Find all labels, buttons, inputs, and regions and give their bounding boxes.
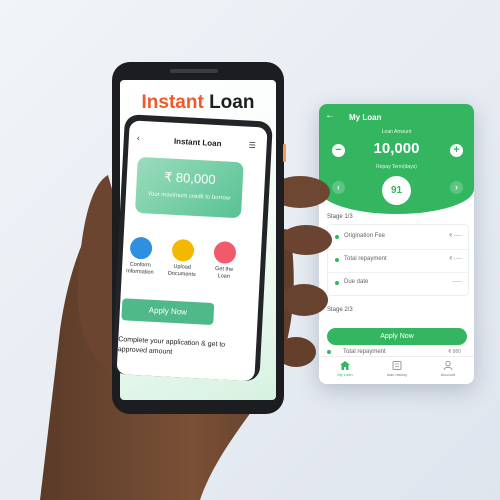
inner-title: Instant Loan — [173, 136, 222, 149]
phone-side-button — [283, 144, 286, 162]
footer-text: Complete your application & get to appro… — [117, 336, 226, 356]
step-get-loan[interactable]: Get the Loan — [202, 240, 248, 281]
step-label: Upload Documents — [167, 263, 196, 279]
menu-icon[interactable]: ☰ — [248, 141, 256, 150]
upload-icon — [171, 238, 195, 262]
money-icon — [213, 240, 237, 265]
apply-now-button[interactable]: Apply Now — [121, 298, 215, 326]
step-conform-information[interactable]: Conform Information — [118, 236, 164, 277]
step-upload-documents[interactable]: Upload Documents — [160, 238, 206, 279]
credit-subtitle: Your maximum credit to borrow — [147, 191, 231, 202]
phone-speaker — [170, 69, 218, 73]
credit-amount: ₹ 80,000 — [163, 169, 217, 187]
credit-card: ₹ 80,000 Your maximum credit to borrow — [134, 156, 244, 219]
headline: Instant Loan — [120, 92, 276, 114]
headline-word-loan: Loan — [209, 92, 255, 113]
step-label: Get the Loan — [214, 266, 234, 280]
headline-word-instant: Instant — [141, 92, 204, 113]
inner-phone: ‹ Instant Loan ☰ ₹ 80,000 Your maximum c… — [111, 114, 273, 382]
inner-phone-screen: ‹ Instant Loan ☰ ₹ 80,000 Your maximum c… — [116, 120, 268, 382]
step-label: Conform Information — [125, 261, 154, 276]
document-icon — [129, 236, 153, 260]
